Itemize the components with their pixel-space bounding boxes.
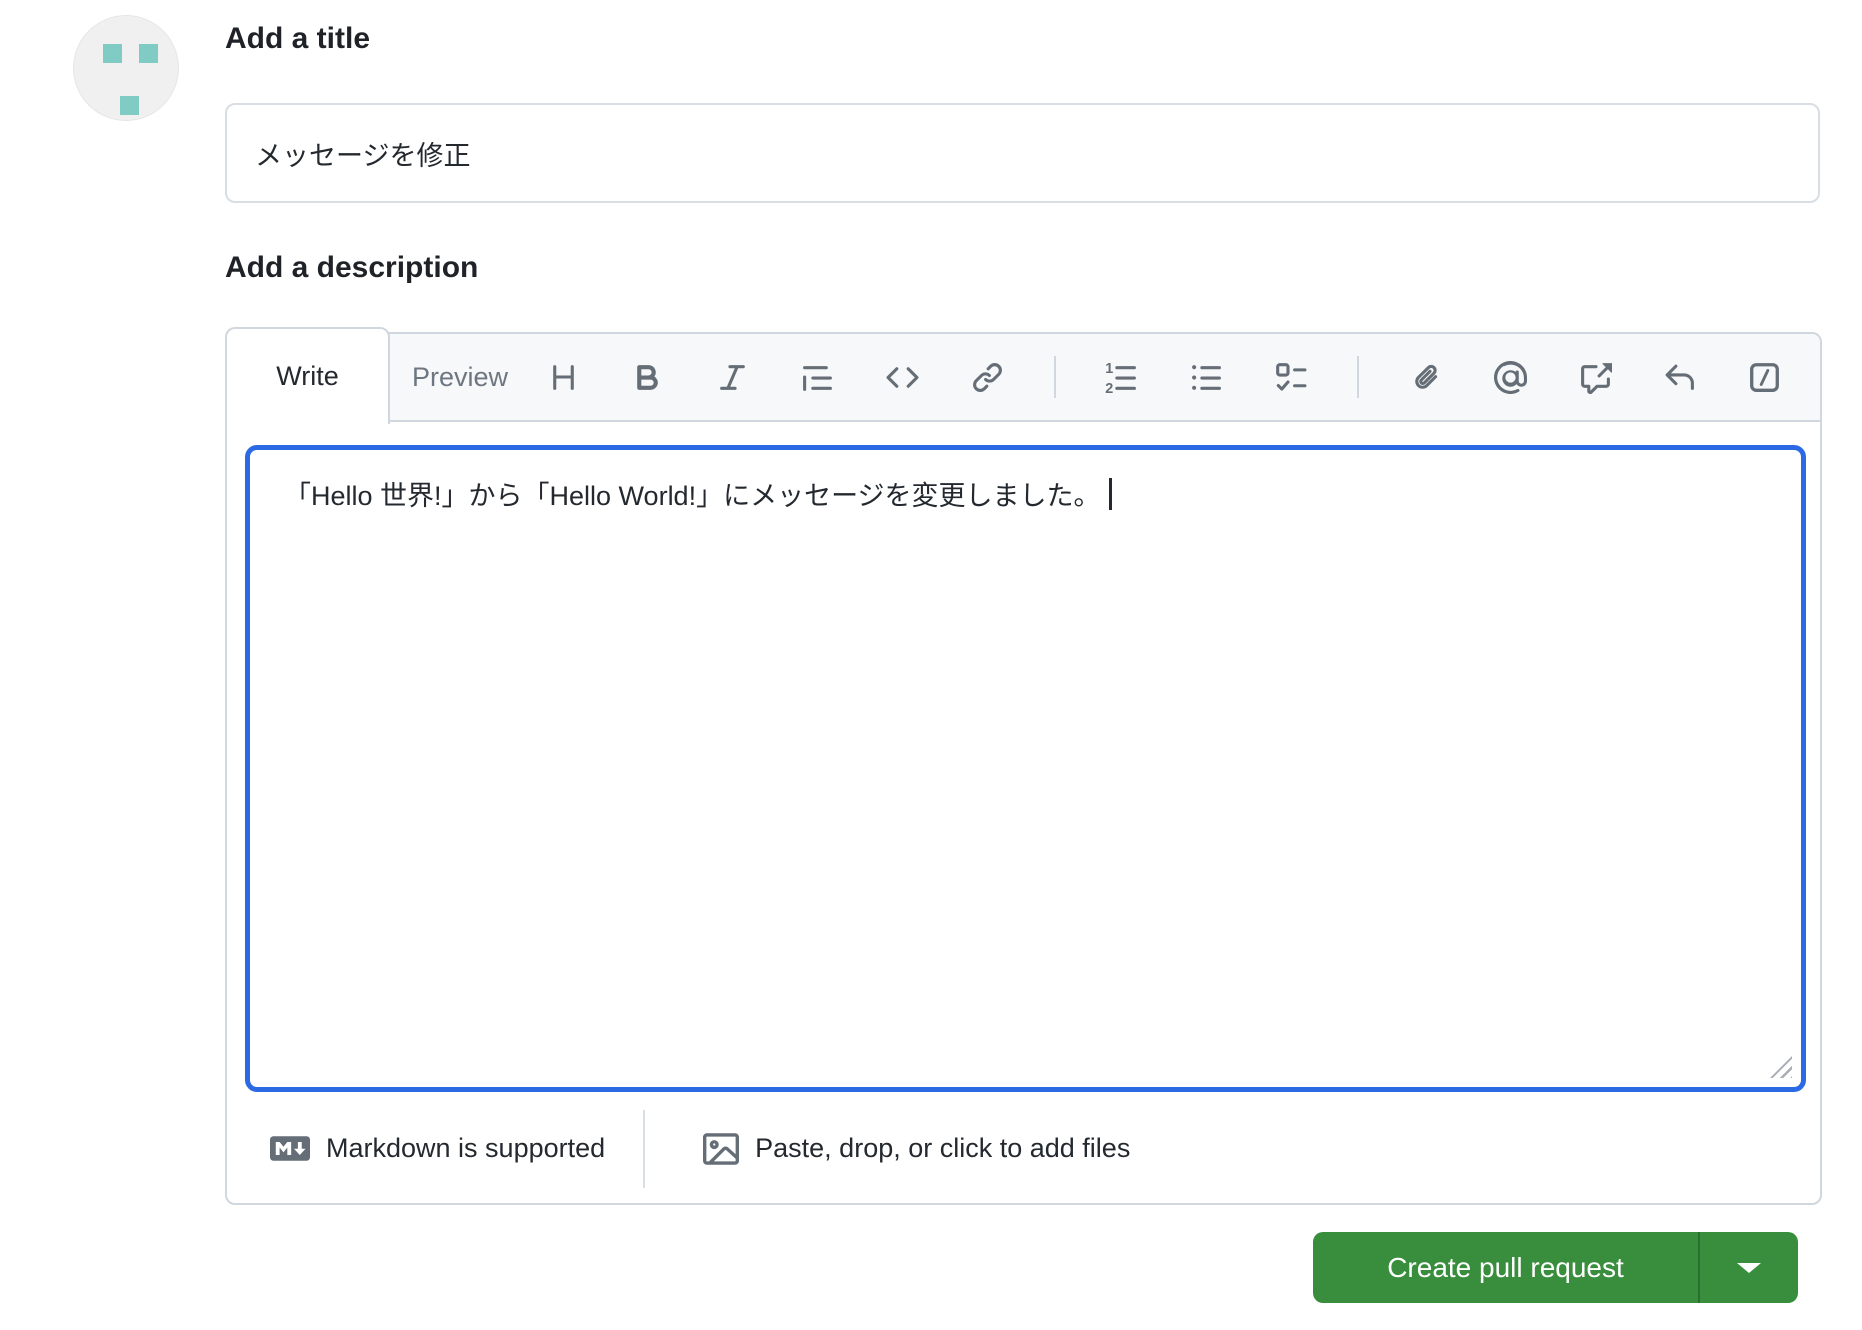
heading-button[interactable] [544,357,582,397]
svg-text:1: 1 [1105,361,1113,377]
paperclip-icon [1414,364,1437,389]
mention-icon [1493,360,1527,394]
dropdown-caret-icon [1737,1262,1761,1273]
list-ordered-icon: 12 [1105,361,1136,394]
footer-divider [643,1109,646,1188]
attach-files-label: Paste, drop, or click to add files [755,1133,1131,1163]
editor-tab-strip: Write Preview 12 [225,327,1820,424]
tasklist-icon [1275,362,1307,391]
slash-command-button[interactable] [1746,357,1784,397]
tab-write-label: Write [276,361,339,391]
reply-button[interactable] [1661,357,1699,397]
svg-text:2: 2 [1105,381,1113,394]
markdown-toolbar: 12 [544,356,1820,398]
description-heading: Add a description [225,251,479,284]
tab-preview-label: Preview [412,361,509,392]
bold-icon [637,364,659,390]
pr-title-input[interactable] [225,103,1820,203]
toolbar-divider [1357,356,1360,398]
link-icon [973,362,1003,392]
identicon-square [139,44,158,63]
description-text: 「Hello 世界!」から「Hello World!」にメッセージを変更しました… [284,481,1101,511]
identicon-square [103,44,122,63]
text-cursor [1108,478,1112,510]
image-icon [703,1131,740,1167]
create-pull-request-dropdown[interactable] [1698,1232,1798,1303]
code-button[interactable] [884,357,922,397]
paperclip-button[interactable] [1406,357,1444,397]
tab-write[interactable]: Write [225,327,390,424]
mention-button[interactable] [1491,357,1529,397]
pr-create-page: Add a title Add a description Write Prev… [0,0,1862,1330]
user-avatar [73,15,179,121]
identicon-square [120,96,139,115]
code-icon [886,366,919,388]
reply-icon [1666,364,1695,390]
description-textarea[interactable]: 「Hello 世界!」から「Hello World!」にメッセージを変更しました… [245,445,1806,1092]
markdown-editor: Write Preview 12 「Hello 世界!」から「Hello Wor… [225,327,1822,1205]
markdown-supported-link[interactable]: Markdown is supported [270,1133,605,1164]
tasklist-button[interactable] [1272,357,1310,397]
title-heading: Add a title [225,22,371,55]
slash-command-icon [1750,362,1780,392]
list-unordered-button[interactable] [1187,357,1225,397]
quote-icon [803,365,833,391]
tab-preview[interactable]: Preview [412,362,508,393]
create-pull-request-label: Create pull request [1387,1251,1624,1283]
editor-footer: Markdown is supported Paste, drop, or cl… [227,1094,1820,1203]
italic-button[interactable] [714,357,752,397]
italic-icon [720,364,746,390]
link-button[interactable] [969,357,1007,397]
create-pull-request-split-button: Create pull request [1313,1232,1798,1303]
cross-reference-button[interactable] [1576,357,1614,397]
attach-files-button[interactable]: Paste, drop, or click to add files [703,1131,1130,1167]
toolbar-divider [1053,356,1056,398]
list-unordered-icon [1191,364,1221,390]
quote-button[interactable] [799,357,837,397]
cross-reference-icon [1580,362,1612,394]
markdown-supported-label: Markdown is supported [326,1133,606,1163]
create-pull-request-button[interactable]: Create pull request [1313,1232,1698,1303]
heading-icon [552,364,574,390]
resize-handle[interactable] [1770,1056,1792,1078]
markdown-icon [270,1136,310,1161]
bold-button[interactable] [629,357,667,397]
list-ordered-button[interactable]: 12 [1102,357,1140,397]
